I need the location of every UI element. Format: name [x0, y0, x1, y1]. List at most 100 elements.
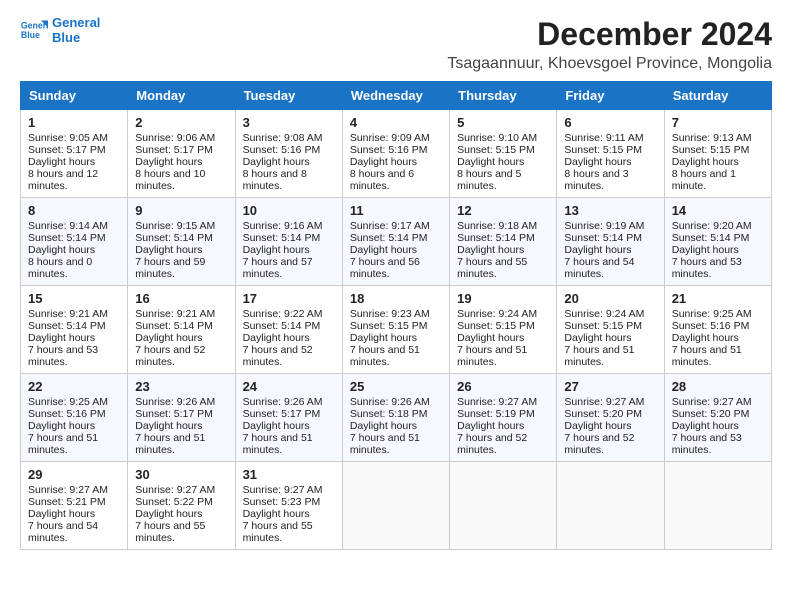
sunset-label: Sunset: 5:14 PM [243, 320, 321, 332]
day-number: 4 [350, 115, 442, 130]
sunset-label: Sunset: 5:14 PM [350, 232, 428, 244]
sunrise-label: Sunrise: 9:08 AM [243, 132, 323, 144]
daylight-label: Daylight hours [564, 420, 631, 432]
daylight-value: 7 hours and 52 minutes. [135, 344, 205, 368]
logo: General Blue General Blue [20, 16, 100, 46]
daylight-value: 7 hours and 51 minutes. [564, 344, 634, 368]
daylight-value: 7 hours and 51 minutes. [350, 432, 420, 456]
sunrise-label: Sunrise: 9:15 AM [135, 220, 215, 232]
day-number: 3 [243, 115, 335, 130]
day-cell: 20Sunrise: 9:24 AMSunset: 5:15 PMDayligh… [557, 286, 664, 374]
day-number: 23 [135, 379, 227, 394]
daylight-label: Daylight hours [672, 332, 739, 344]
day-number: 9 [135, 203, 227, 218]
daylight-value: 8 hours and 3 minutes. [564, 168, 628, 192]
daylight-value: 8 hours and 10 minutes. [135, 168, 205, 192]
day-cell: 29Sunrise: 9:27 AMSunset: 5:21 PMDayligh… [21, 462, 128, 550]
sunset-label: Sunset: 5:17 PM [243, 408, 321, 420]
day-number: 8 [28, 203, 120, 218]
day-cell: 27Sunrise: 9:27 AMSunset: 5:20 PMDayligh… [557, 374, 664, 462]
daylight-label: Daylight hours [457, 244, 524, 256]
daylight-value: 7 hours and 51 minutes. [135, 432, 205, 456]
daylight-label: Daylight hours [28, 156, 95, 168]
daylight-label: Daylight hours [457, 156, 524, 168]
sunrise-label: Sunrise: 9:20 AM [672, 220, 752, 232]
svg-text:Blue: Blue [21, 30, 40, 40]
sunset-label: Sunset: 5:15 PM [350, 320, 428, 332]
day-cell: 22Sunrise: 9:25 AMSunset: 5:16 PMDayligh… [21, 374, 128, 462]
daylight-label: Daylight hours [350, 244, 417, 256]
sunset-label: Sunset: 5:14 PM [672, 232, 750, 244]
day-cell: 6Sunrise: 9:11 AMSunset: 5:15 PMDaylight… [557, 110, 664, 198]
day-cell: 24Sunrise: 9:26 AMSunset: 5:17 PMDayligh… [235, 374, 342, 462]
daylight-value: 7 hours and 53 minutes. [672, 256, 742, 280]
sunset-label: Sunset: 5:16 PM [672, 320, 750, 332]
sunset-label: Sunset: 5:20 PM [564, 408, 642, 420]
sunset-label: Sunset: 5:20 PM [672, 408, 750, 420]
sunrise-label: Sunrise: 9:27 AM [564, 396, 644, 408]
daylight-label: Daylight hours [243, 244, 310, 256]
daylight-value: 7 hours and 52 minutes. [457, 432, 527, 456]
day-number: 26 [457, 379, 549, 394]
calendar-table: SundayMondayTuesdayWednesdayThursdayFrid… [20, 81, 772, 550]
day-number: 17 [243, 291, 335, 306]
day-cell: 25Sunrise: 9:26 AMSunset: 5:18 PMDayligh… [342, 374, 449, 462]
sunrise-label: Sunrise: 9:26 AM [350, 396, 430, 408]
day-cell: 19Sunrise: 9:24 AMSunset: 5:15 PMDayligh… [450, 286, 557, 374]
day-cell: 10Sunrise: 9:16 AMSunset: 5:14 PMDayligh… [235, 198, 342, 286]
sunrise-label: Sunrise: 9:14 AM [28, 220, 108, 232]
logo-text-blue: Blue [52, 31, 100, 46]
sunset-label: Sunset: 5:17 PM [135, 144, 213, 156]
title-block: December 2024 Tsagaannuur, Khoevsgoel Pr… [447, 16, 772, 73]
sunrise-label: Sunrise: 9:06 AM [135, 132, 215, 144]
sunset-label: Sunset: 5:16 PM [28, 408, 106, 420]
daylight-value: 7 hours and 55 minutes. [457, 256, 527, 280]
sunset-label: Sunset: 5:14 PM [28, 232, 106, 244]
sunrise-label: Sunrise: 9:22 AM [243, 308, 323, 320]
day-cell: 2Sunrise: 9:06 AMSunset: 5:17 PMDaylight… [128, 110, 235, 198]
daylight-label: Daylight hours [135, 332, 202, 344]
day-cell: 17Sunrise: 9:22 AMSunset: 5:14 PMDayligh… [235, 286, 342, 374]
daylight-value: 8 hours and 0 minutes. [28, 256, 92, 280]
daylight-label: Daylight hours [350, 332, 417, 344]
header-saturday: Saturday [664, 82, 771, 110]
day-number: 10 [243, 203, 335, 218]
sunset-label: Sunset: 5:17 PM [135, 408, 213, 420]
day-number: 16 [135, 291, 227, 306]
logo-text-general: General [52, 16, 100, 31]
daylight-value: 7 hours and 51 minutes. [243, 432, 313, 456]
sunset-label: Sunset: 5:16 PM [243, 144, 321, 156]
day-number: 14 [672, 203, 764, 218]
daylight-value: 7 hours and 59 minutes. [135, 256, 205, 280]
day-cell: 11Sunrise: 9:17 AMSunset: 5:14 PMDayligh… [342, 198, 449, 286]
week-row-1: 1Sunrise: 9:05 AMSunset: 5:17 PMDaylight… [21, 110, 772, 198]
logo-icon: General Blue [20, 17, 48, 45]
day-number: 20 [564, 291, 656, 306]
daylight-value: 8 hours and 8 minutes. [243, 168, 307, 192]
sunrise-label: Sunrise: 9:23 AM [350, 308, 430, 320]
day-cell [557, 462, 664, 550]
sunset-label: Sunset: 5:15 PM [564, 320, 642, 332]
header: General Blue General Blue December 2024 … [20, 16, 772, 73]
daylight-value: 7 hours and 53 minutes. [28, 344, 98, 368]
day-number: 21 [672, 291, 764, 306]
sunrise-label: Sunrise: 9:27 AM [243, 484, 323, 496]
sunset-label: Sunset: 5:15 PM [672, 144, 750, 156]
daylight-label: Daylight hours [28, 244, 95, 256]
daylight-label: Daylight hours [672, 420, 739, 432]
day-cell: 3Sunrise: 9:08 AMSunset: 5:16 PMDaylight… [235, 110, 342, 198]
day-cell [450, 462, 557, 550]
sunset-label: Sunset: 5:19 PM [457, 408, 535, 420]
day-number: 29 [28, 467, 120, 482]
daylight-value: 7 hours and 51 minutes. [457, 344, 527, 368]
day-cell: 28Sunrise: 9:27 AMSunset: 5:20 PMDayligh… [664, 374, 771, 462]
daylight-label: Daylight hours [243, 420, 310, 432]
sunrise-label: Sunrise: 9:27 AM [457, 396, 537, 408]
daylight-value: 8 hours and 12 minutes. [28, 168, 98, 192]
sunrise-label: Sunrise: 9:19 AM [564, 220, 644, 232]
sunset-label: Sunset: 5:15 PM [457, 144, 535, 156]
calendar-header-row: SundayMondayTuesdayWednesdayThursdayFrid… [21, 82, 772, 110]
sunrise-label: Sunrise: 9:18 AM [457, 220, 537, 232]
subtitle: Tsagaannuur, Khoevsgoel Province, Mongol… [447, 55, 772, 73]
daylight-value: 8 hours and 1 minute. [672, 168, 736, 192]
